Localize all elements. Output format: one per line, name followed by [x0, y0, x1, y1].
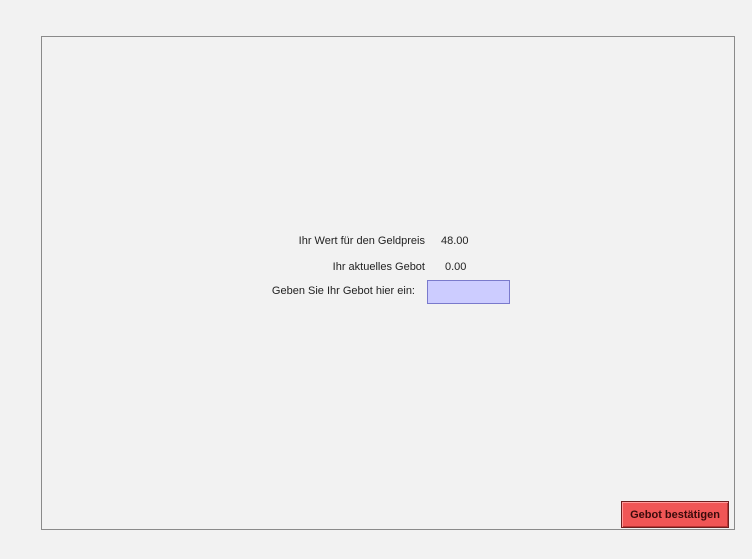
current-bid-amount: 0.00: [445, 261, 467, 273]
enter-bid-label: Geben Sie Ihr Gebot hier ein:: [271, 285, 415, 297]
value-label: Ihr Wert für den Geldpreis: [298, 235, 425, 247]
bid-input[interactable]: [427, 280, 510, 304]
auction-panel: Ihr Wert für den Geldpreis 48.00 Ihr akt…: [41, 36, 735, 530]
value-amount: 48.00: [441, 235, 469, 247]
confirm-bid-button[interactable]: Gebot bestätigen: [621, 501, 729, 528]
current-bid-label: Ihr aktuelles Gebot: [332, 261, 425, 273]
